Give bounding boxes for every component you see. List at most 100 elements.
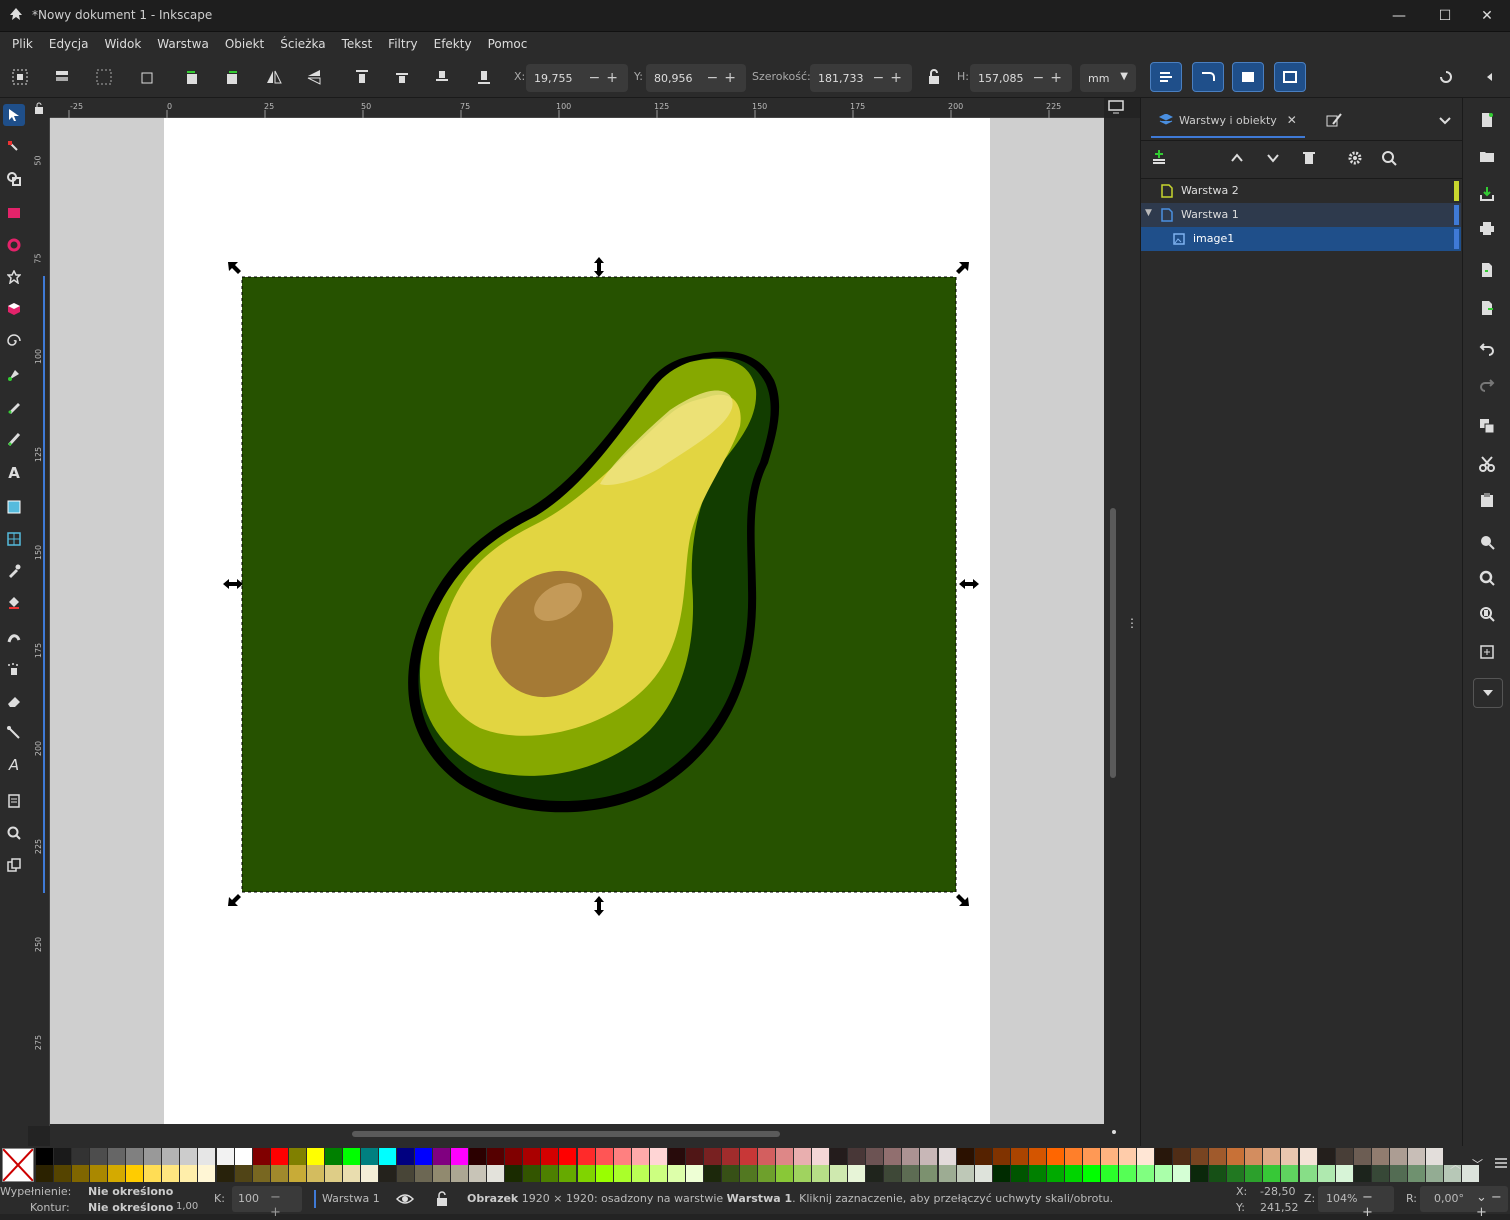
color-swatch[interactable] xyxy=(902,1148,920,1165)
color-swatch[interactable] xyxy=(397,1148,414,1165)
color-swatch[interactable] xyxy=(1028,1165,1046,1182)
color-swatch[interactable] xyxy=(1245,1165,1263,1182)
menu-obiekt[interactable]: Obiekt xyxy=(217,37,272,51)
y-field[interactable]: 80,956 −+ xyxy=(646,64,746,92)
color-swatch[interactable] xyxy=(252,1148,270,1165)
color-swatch[interactable] xyxy=(577,1148,595,1165)
color-swatch[interactable] xyxy=(433,1165,451,1182)
color-swatch[interactable] xyxy=(144,1165,162,1182)
spiral-tool-icon[interactable] xyxy=(3,330,25,352)
color-swatch[interactable] xyxy=(1119,1148,1136,1165)
height-field[interactable]: 157,085 −+ xyxy=(970,64,1072,92)
import-icon[interactable] xyxy=(1477,260,1497,280)
rotation-field[interactable]: 0,00° ⌄−+ xyxy=(1420,1186,1508,1220)
calligraphy-tool-icon[interactable] xyxy=(3,428,25,450)
color-swatch[interactable] xyxy=(1137,1165,1155,1182)
color-swatch[interactable] xyxy=(1119,1165,1136,1182)
color-swatch[interactable] xyxy=(541,1148,559,1165)
pen-tool-icon[interactable] xyxy=(3,364,25,386)
palette-scroll-up-icon[interactable]: ︿ xyxy=(1450,1156,1464,1171)
color-swatch[interactable] xyxy=(1100,1165,1118,1182)
color-swatch[interactable] xyxy=(884,1148,902,1165)
color-swatch[interactable] xyxy=(1299,1165,1317,1182)
color-swatch[interactable] xyxy=(1353,1148,1371,1165)
color-swatch[interactable] xyxy=(866,1148,884,1165)
color-swatch[interactable] xyxy=(162,1165,180,1182)
color-swatch[interactable] xyxy=(324,1148,342,1165)
lower-to-bottom-icon[interactable] xyxy=(474,67,494,87)
ellipse-tool-icon[interactable] xyxy=(3,234,25,256)
zoom-page-icon[interactable] xyxy=(1477,604,1497,624)
color-swatch[interactable] xyxy=(902,1165,920,1182)
color-swatch[interactable] xyxy=(884,1165,902,1182)
cut-icon[interactable] xyxy=(1477,454,1497,474)
lock-ratio-icon[interactable] xyxy=(924,67,944,87)
color-swatch[interactable] xyxy=(180,1148,198,1165)
paint-bucket-tool-icon[interactable] xyxy=(3,592,25,614)
stroke-width-value[interactable]: 1,00 xyxy=(176,1201,198,1212)
color-swatch[interactable] xyxy=(776,1165,794,1182)
color-swatch[interactable] xyxy=(270,1165,288,1182)
color-swatch[interactable] xyxy=(956,1148,974,1165)
deselect-icon[interactable] xyxy=(94,67,114,87)
color-swatch[interactable] xyxy=(523,1148,541,1165)
color-swatch[interactable] xyxy=(144,1148,162,1165)
color-swatch[interactable] xyxy=(523,1165,541,1182)
color-swatch[interactable] xyxy=(90,1165,108,1182)
close-button[interactable]: ✕ xyxy=(1464,0,1510,32)
color-swatch[interactable] xyxy=(1046,1165,1064,1182)
color-swatch[interactable] xyxy=(505,1148,523,1165)
color-swatch[interactable] xyxy=(378,1165,396,1182)
color-swatch[interactable] xyxy=(1100,1148,1118,1165)
color-swatch[interactable] xyxy=(126,1148,144,1165)
color-swatch[interactable] xyxy=(667,1148,685,1165)
color-swatch[interactable] xyxy=(974,1148,992,1165)
color-swatch[interactable] xyxy=(270,1148,288,1165)
color-swatch[interactable] xyxy=(487,1165,505,1182)
color-swatch[interactable] xyxy=(36,1148,53,1165)
color-swatch[interactable] xyxy=(1046,1148,1064,1165)
color-swatch[interactable] xyxy=(415,1148,433,1165)
color-swatch[interactable] xyxy=(288,1148,306,1165)
move-patterns-button[interactable] xyxy=(1274,62,1306,92)
3d-box-tool-icon[interactable] xyxy=(3,298,25,320)
color-swatch[interactable] xyxy=(1353,1165,1371,1182)
menu-efekty[interactable]: Efekty xyxy=(426,37,480,51)
horizontal-ruler[interactable]: -25 0 25 50 75 100 125 150 175 200 225 xyxy=(50,98,1104,118)
color-swatch[interactable] xyxy=(1389,1148,1407,1165)
color-swatch[interactable] xyxy=(1209,1165,1227,1182)
touch-select-icon[interactable] xyxy=(136,67,156,87)
color-swatch[interactable] xyxy=(216,1148,234,1165)
color-swatch[interactable] xyxy=(848,1148,866,1165)
color-swatch[interactable] xyxy=(1371,1148,1389,1165)
opacity-field[interactable]: 100 −+ xyxy=(232,1186,302,1220)
color-swatch[interactable] xyxy=(758,1165,775,1182)
fill-value[interactable]: Nie określono xyxy=(88,1185,173,1198)
fill-stroke-tab-icon[interactable] xyxy=(1325,112,1343,130)
color-swatch[interactable] xyxy=(830,1165,848,1182)
color-swatch[interactable] xyxy=(198,1165,216,1182)
raise-icon[interactable] xyxy=(392,67,412,87)
text-tool-icon[interactable]: A xyxy=(3,462,25,484)
color-swatch[interactable] xyxy=(1155,1165,1173,1182)
snap-menu-icon[interactable] xyxy=(1480,67,1500,87)
color-swatch[interactable] xyxy=(1299,1148,1317,1165)
color-swatch[interactable] xyxy=(72,1148,90,1165)
menu-warstwa[interactable]: Warstwa xyxy=(149,37,217,51)
color-swatch[interactable] xyxy=(1425,1148,1443,1165)
color-swatch[interactable] xyxy=(866,1165,884,1182)
color-swatch[interactable] xyxy=(234,1148,252,1165)
color-swatch[interactable] xyxy=(920,1148,938,1165)
menu-edycja[interactable]: Edycja xyxy=(41,37,97,51)
layer-row-warstwa-1[interactable]: ▼ Warstwa 1 xyxy=(1141,203,1461,227)
color-swatch[interactable] xyxy=(469,1165,487,1182)
more-commands-icon[interactable] xyxy=(1473,678,1503,708)
color-swatch[interactable] xyxy=(90,1148,108,1165)
color-swatch[interactable] xyxy=(1028,1148,1046,1165)
color-swatch[interactable] xyxy=(830,1148,848,1165)
color-swatch[interactable] xyxy=(812,1165,830,1182)
color-swatch[interactable] xyxy=(1227,1148,1245,1165)
color-swatch[interactable] xyxy=(342,1165,360,1182)
color-swatch[interactable] xyxy=(162,1148,180,1165)
palette-scroll-down-icon[interactable]: ﹀ xyxy=(1472,1156,1486,1171)
